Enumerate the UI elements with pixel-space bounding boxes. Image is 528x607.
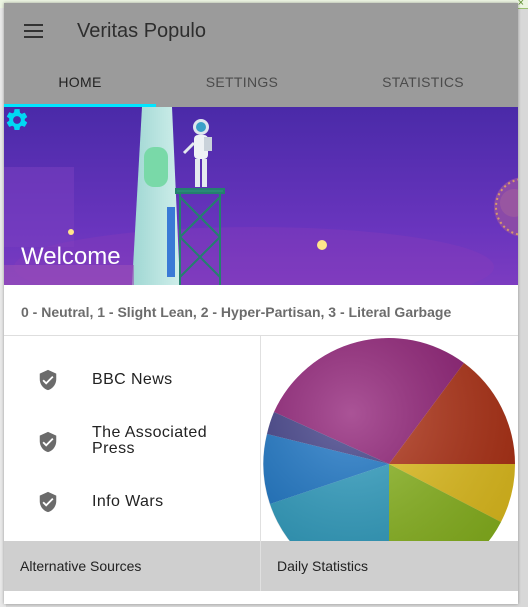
tab-home[interactable]: HOME [4, 74, 156, 90]
source-label: BBC News [92, 371, 173, 388]
source-label: The Associated Press [92, 424, 207, 457]
welcome-banner: Welcome [4, 107, 518, 285]
gear-icon[interactable] [4, 107, 30, 133]
close-x-icon: × [517, 0, 524, 9]
menu-icon[interactable] [24, 24, 43, 39]
source-label: Info Wars [92, 493, 164, 510]
extension-popup: Veritas Populo HOME SETTINGS STATISTICS [4, 3, 518, 604]
rating-legend: 0 - Neutral, 1 - Slight Lean, 2 - Hyper-… [4, 285, 518, 336]
app-bar: Veritas Populo HOME SETTINGS STATISTICS [4, 3, 518, 107]
shield-check-icon [39, 369, 57, 391]
alternative-sources-title: Alternative Sources [20, 558, 142, 574]
shield-check-icon [39, 431, 57, 453]
alternative-sources-footer[interactable]: Alternative Sources [4, 541, 260, 591]
shield-check-icon [39, 491, 57, 513]
tab-statistics[interactable]: STATISTICS [328, 74, 518, 90]
popup-bottom [4, 591, 518, 604]
tab-settings[interactable]: SETTINGS [156, 74, 328, 90]
source-item-info-wars[interactable]: Info Wars [4, 484, 260, 520]
source-item-bbc-news[interactable]: BBC News [4, 362, 260, 398]
rating-legend-text: 0 - Neutral, 1 - Slight Lean, 2 - Hyper-… [21, 304, 452, 320]
source-item-associated-press[interactable]: The Associated Press [4, 422, 260, 466]
daily-statistics-footer[interactable]: Daily Statistics [261, 541, 518, 591]
daily-statistics-title: Daily Statistics [277, 558, 369, 574]
welcome-title: Welcome [21, 243, 121, 270]
app-title: Veritas Populo [77, 20, 206, 42]
